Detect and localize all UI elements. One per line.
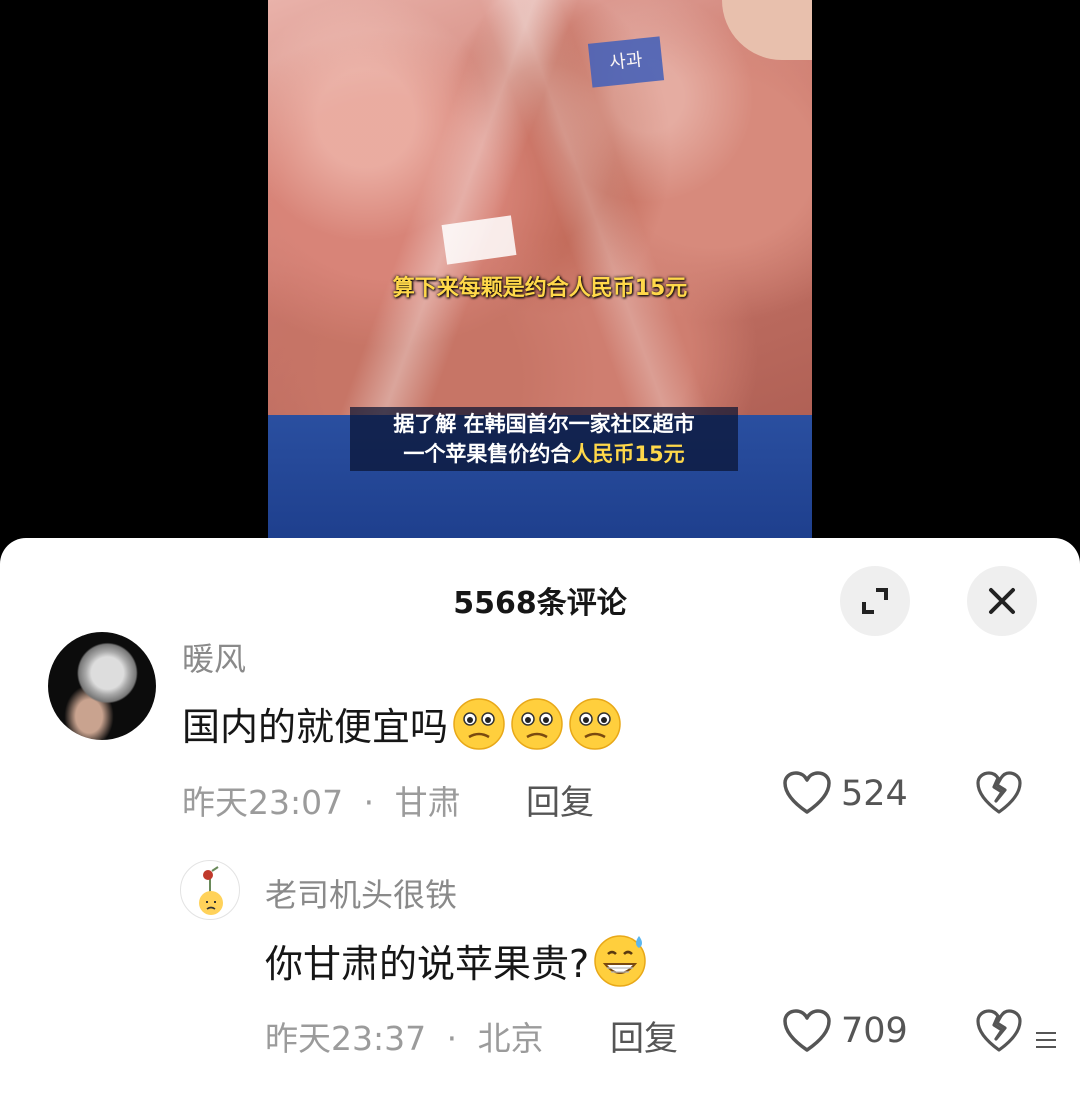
scroll-fade bbox=[0, 1058, 1080, 1098]
video-caption-price: 算下来每颗是约合人民币15元 bbox=[392, 276, 688, 301]
comment-time: 昨天23:07 bbox=[182, 783, 344, 822]
menu-lines-icon bbox=[1036, 1032, 1056, 1048]
subtitle-line-1: 据了解 在韩国首尔一家社区超市 bbox=[393, 412, 695, 436]
comment-count-title: 5568条评论 bbox=[453, 586, 627, 621]
grinning-sweat-icon bbox=[594, 935, 646, 987]
subtitle-line-2-text: 一个苹果售价约合 bbox=[403, 442, 572, 466]
comment-meta: 昨天23:37 · 北京 bbox=[265, 1012, 544, 1060]
meta-separator: · bbox=[446, 1019, 458, 1058]
reply-button[interactable]: 回复 bbox=[526, 775, 594, 824]
broken-heart-icon[interactable] bbox=[975, 770, 1023, 816]
sad-face-avatar-icon bbox=[199, 866, 223, 915]
broken-heart-icon[interactable] bbox=[975, 1008, 1023, 1054]
comment-text: 国内的就便宜吗 bbox=[182, 696, 622, 751]
comment-text: 你甘肃的说苹果贵? bbox=[265, 932, 649, 988]
expand-button[interactable] bbox=[840, 566, 910, 636]
avatar[interactable] bbox=[180, 860, 240, 920]
comment-text-content: 你甘肃的说苹果贵? bbox=[265, 941, 590, 986]
unamused-face-icon bbox=[569, 697, 621, 750]
close-button[interactable] bbox=[967, 566, 1037, 636]
comment-username[interactable]: 老司机头很铁 bbox=[265, 870, 457, 916]
video-subtitle: 据了解 在韩国首尔一家社区超市 一个苹果售价约合人民币15元 bbox=[350, 407, 738, 471]
heart-icon[interactable] bbox=[782, 770, 832, 816]
video-player[interactable]: 사과 算下来每颗是约合人民币15元 据了解 在韩国首尔一家社区超市 一个苹果售价… bbox=[268, 0, 812, 540]
heart-icon[interactable] bbox=[782, 1008, 832, 1054]
avatar[interactable] bbox=[48, 632, 156, 740]
subtitle-line-2: 一个苹果售价约合人民币15元 bbox=[356, 439, 732, 469]
like-count: 709 bbox=[841, 1011, 908, 1051]
comment-time: 昨天23:37 bbox=[265, 1019, 427, 1058]
comment-meta: 昨天23:07 · 甘肃 bbox=[182, 776, 461, 824]
comment-location: 甘肃 bbox=[394, 783, 461, 822]
unamused-face-icon bbox=[453, 697, 505, 750]
like-count: 524 bbox=[841, 774, 908, 814]
unamused-face-icon bbox=[511, 697, 563, 750]
meta-separator: · bbox=[363, 783, 375, 822]
comment-username[interactable]: 暖风 bbox=[182, 634, 246, 680]
comment-location: 北京 bbox=[477, 1019, 544, 1058]
close-icon bbox=[989, 588, 1015, 614]
reply-button[interactable]: 回复 bbox=[610, 1011, 678, 1060]
comment-sheet: 5568条评论 暖风 国内的就便宜吗 昨天23:07 · 甘肃 回复 524 老… bbox=[0, 538, 1080, 1098]
expand-icon bbox=[862, 588, 888, 614]
comment-text-content: 国内的就便宜吗 bbox=[182, 705, 449, 749]
subtitle-highlight: 人民币15元 bbox=[571, 442, 685, 466]
